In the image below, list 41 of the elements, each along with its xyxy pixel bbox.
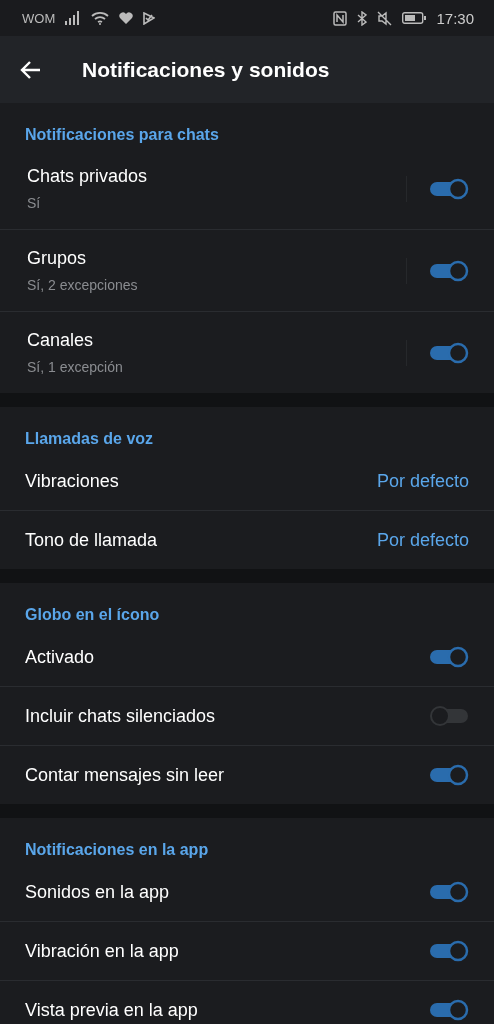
setting-subtitle: Sí, 1 excepción bbox=[27, 359, 124, 375]
toggle-switch[interactable] bbox=[429, 177, 469, 200]
setting-subtitle: Sí, 2 excepciones bbox=[27, 277, 139, 293]
setting-label: Sonidos en la app bbox=[25, 881, 171, 903]
setting-label: Vibraciones bbox=[25, 470, 120, 492]
setting-label: Tono de llamada bbox=[25, 529, 159, 551]
toggle-switch[interactable] bbox=[429, 705, 469, 727]
signal-icon bbox=[65, 11, 82, 25]
heart-icon bbox=[119, 11, 134, 25]
battery-icon bbox=[402, 12, 427, 24]
toggle-switch[interactable] bbox=[429, 999, 469, 1021]
section-heading: Notificaciones en la app bbox=[24, 840, 210, 860]
toggle-switch[interactable] bbox=[429, 259, 469, 282]
toggle-switch[interactable] bbox=[429, 764, 469, 786]
carrier-name: WOM bbox=[22, 10, 56, 26]
nfc-icon bbox=[333, 10, 348, 26]
setting-label: Grupos bbox=[27, 248, 88, 269]
setting-label: Activado bbox=[25, 646, 96, 668]
section-heading: Globo en el ícono bbox=[24, 605, 161, 625]
check-icon bbox=[143, 11, 156, 25]
setting-label: Chats privados bbox=[27, 166, 149, 187]
back-arrow-icon[interactable] bbox=[20, 58, 42, 81]
toggle-switch[interactable] bbox=[429, 940, 469, 962]
wifi-icon bbox=[91, 11, 110, 25]
setting-label: Canales bbox=[27, 330, 95, 351]
bluetooth-icon bbox=[357, 10, 368, 26]
clock-time: 17:30 bbox=[436, 9, 474, 27]
section-heading: Notificaciones para chats bbox=[24, 125, 220, 145]
setting-label: Incluir chats silenciados bbox=[25, 705, 217, 727]
screen-title: Notificaciones y sonidos bbox=[82, 57, 330, 82]
toggle-switch[interactable] bbox=[429, 646, 469, 668]
setting-value[interactable]: Por defecto bbox=[376, 529, 469, 551]
section-heading: Llamadas de voz bbox=[24, 429, 155, 449]
setting-label: Contar mensajes sin leer bbox=[25, 764, 226, 786]
setting-value[interactable]: Por defecto bbox=[376, 470, 469, 492]
toggle-switch[interactable] bbox=[429, 341, 469, 364]
toggle-switch[interactable] bbox=[429, 881, 469, 903]
setting-label: Vista previa en la app bbox=[25, 999, 199, 1021]
muted-speaker-icon bbox=[377, 10, 393, 26]
setting-label: Vibración en la app bbox=[25, 940, 180, 962]
setting-subtitle: Sí bbox=[27, 195, 42, 211]
